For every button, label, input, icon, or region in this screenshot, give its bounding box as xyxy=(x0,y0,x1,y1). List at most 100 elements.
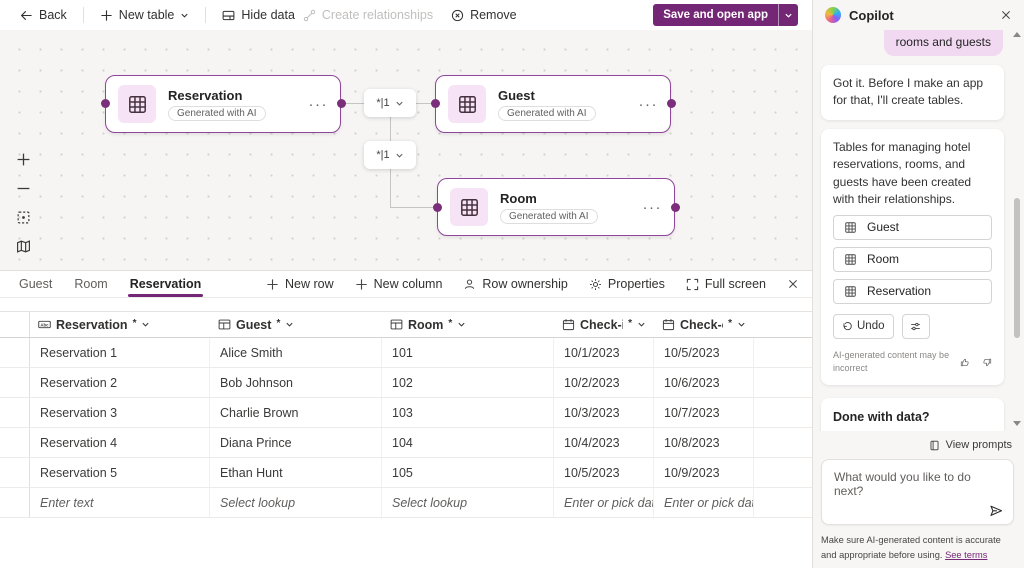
erd-canvas[interactable]: Reservation Generated with AI ··· Guest … xyxy=(0,30,812,270)
adjust-button[interactable] xyxy=(902,314,930,339)
table-cell[interactable]: Reservation 2 xyxy=(30,368,210,397)
new-row-cell[interactable]: Enter or pick date xyxy=(554,488,654,517)
table-row[interactable]: Reservation 2 Bob Johnson 102 10/2/2023 … xyxy=(0,368,812,398)
table-cell[interactable]: Bob Johnson xyxy=(210,368,382,397)
tab-guest[interactable]: Guest xyxy=(8,271,63,297)
table-row[interactable]: Reservation 5 Ethan Hunt 105 10/5/2023 1… xyxy=(0,458,812,488)
new-row-cell[interactable]: Enter text xyxy=(30,488,210,517)
row-selector[interactable] xyxy=(0,488,30,517)
close-copilot-button[interactable] xyxy=(1000,9,1012,21)
table-cell[interactable]: 102 xyxy=(382,368,554,397)
new-row-button[interactable]: New row xyxy=(266,277,334,291)
remove-button[interactable]: Remove xyxy=(447,8,521,22)
table-cell[interactable]: 10/5/2023 xyxy=(554,458,654,487)
table-row[interactable]: Reservation 3 Charlie Brown 103 10/3/202… xyxy=(0,398,812,428)
zoom-in-button[interactable] xyxy=(16,152,31,167)
send-icon[interactable] xyxy=(988,503,1004,519)
person-icon xyxy=(463,278,476,291)
row-selector[interactable] xyxy=(0,398,30,427)
row-selector[interactable] xyxy=(0,458,30,487)
table-cell[interactable]: Reservation 4 xyxy=(30,428,210,457)
table-row[interactable]: Reservation 4 Diana Prince 104 10/4/2023… xyxy=(0,428,812,458)
tab-room[interactable]: Room xyxy=(63,271,118,297)
app-window: Back New table Hide data Create relation… xyxy=(0,0,1024,568)
data-panel: Guest Room Reservation New row New colum… xyxy=(0,270,812,568)
new-row-cell[interactable]: Enter or pick date xyxy=(654,488,754,517)
column-header-reservation[interactable]: Abc Reservation * xyxy=(30,312,210,337)
thumbs-down-icon[interactable] xyxy=(981,357,992,368)
table-cell[interactable]: 103 xyxy=(382,398,554,427)
column-header-check-in[interactable]: Check-in ... * xyxy=(554,312,654,337)
table-cell[interactable]: Alice Smith xyxy=(210,338,382,367)
column-header-guest[interactable]: Guest * xyxy=(210,312,382,337)
new-row-cell[interactable]: Select lookup xyxy=(210,488,382,517)
copilot-scrollbar[interactable] xyxy=(1013,32,1021,426)
table-cell[interactable]: 10/6/2023 xyxy=(654,368,754,397)
row-selector[interactable] xyxy=(0,428,30,457)
more-options-button[interactable]: ··· xyxy=(643,199,663,216)
table-cell[interactable]: Reservation 3 xyxy=(30,398,210,427)
ai-note-row: AI-generated content may be incorrect xyxy=(833,349,992,375)
table-row[interactable]: Reservation 1 Alice Smith 101 10/1/2023 … xyxy=(0,338,812,368)
more-options-button[interactable]: ··· xyxy=(309,96,329,113)
tab-label: Reservation xyxy=(130,277,202,291)
close-table-button[interactable] xyxy=(787,278,800,291)
hide-data-button[interactable]: Hide data xyxy=(218,8,299,22)
table-cell[interactable]: Reservation 1 xyxy=(30,338,210,367)
table-chip-room[interactable]: Room xyxy=(833,247,992,272)
entity-card-reservation[interactable]: Reservation Generated with AI ··· xyxy=(105,75,341,133)
table-cell[interactable]: 10/3/2023 xyxy=(554,398,654,427)
column-header-check-out[interactable]: Check-out ... * xyxy=(654,312,754,337)
table-cell[interactable]: 10/1/2023 xyxy=(554,338,654,367)
zoom-out-button[interactable] xyxy=(16,181,31,196)
table-cell[interactable]: 10/7/2023 xyxy=(654,398,754,427)
copilot-chat[interactable]: rooms and guests Got it. Before I make a… xyxy=(813,30,1024,431)
more-options-button[interactable]: ··· xyxy=(639,96,659,113)
save-and-open-app-button[interactable]: Save and open app xyxy=(653,4,798,26)
table-cell[interactable]: Ethan Hunt xyxy=(210,458,382,487)
tab-reservation[interactable]: Reservation xyxy=(119,271,213,297)
copilot-input[interactable] xyxy=(822,460,1013,524)
minimap-button[interactable] xyxy=(16,239,31,254)
full-screen-button[interactable]: Full screen xyxy=(686,277,766,291)
properties-button[interactable]: Properties xyxy=(589,277,665,291)
table-cell[interactable]: Diana Prince xyxy=(210,428,382,457)
save-split-chevron[interactable] xyxy=(778,4,798,26)
table-chip-reservation[interactable]: Reservation xyxy=(833,279,992,304)
fit-view-button[interactable] xyxy=(16,210,31,225)
thumbs-up-icon[interactable] xyxy=(960,357,971,368)
entity-card-room[interactable]: Room Generated with AI ··· xyxy=(437,178,675,236)
table-cell[interactable]: 101 xyxy=(382,338,554,367)
undo-button[interactable]: Undo xyxy=(833,314,894,339)
scroll-up-arrow[interactable] xyxy=(1013,32,1021,37)
scroll-down-arrow[interactable] xyxy=(1013,421,1021,426)
table-cell[interactable]: Charlie Brown xyxy=(210,398,382,427)
new-column-button[interactable]: New column xyxy=(355,277,443,291)
create-relationships-button[interactable]: Create relationships xyxy=(299,8,437,22)
new-table-button[interactable]: New table xyxy=(96,8,194,22)
table-chip-guest[interactable]: Guest xyxy=(833,215,992,240)
row-selector[interactable] xyxy=(0,368,30,397)
table-cell[interactable]: 10/5/2023 xyxy=(654,338,754,367)
new-row-cell[interactable]: Select lookup xyxy=(382,488,554,517)
row-selector-gutter[interactable] xyxy=(0,312,30,337)
new-row[interactable]: Enter text Select lookup Select lookup E… xyxy=(0,488,812,518)
table-cell[interactable]: 104 xyxy=(382,428,554,457)
table-cell[interactable]: 10/8/2023 xyxy=(654,428,754,457)
entity-card-guest[interactable]: Guest Generated with AI ··· xyxy=(435,75,671,133)
scrollbar-thumb[interactable] xyxy=(1014,198,1020,338)
required-asterisk: * xyxy=(133,318,137,329)
table-cell[interactable]: 10/2/2023 xyxy=(554,368,654,397)
relationship-cardinality-button[interactable]: *|1 xyxy=(364,141,416,169)
view-prompts-button[interactable]: View prompts xyxy=(821,439,1012,451)
table-cell[interactable]: 105 xyxy=(382,458,554,487)
table-cell[interactable]: 10/4/2023 xyxy=(554,428,654,457)
table-cell[interactable]: Reservation 5 xyxy=(30,458,210,487)
row-selector[interactable] xyxy=(0,338,30,367)
see-terms-link[interactable]: See terms xyxy=(945,550,987,560)
row-ownership-button[interactable]: Row ownership xyxy=(463,277,567,291)
table-cell[interactable]: 10/9/2023 xyxy=(654,458,754,487)
back-button[interactable]: Back xyxy=(16,8,71,22)
relationship-cardinality-button[interactable]: *|1 xyxy=(364,89,416,117)
column-header-room[interactable]: Room * xyxy=(382,312,554,337)
